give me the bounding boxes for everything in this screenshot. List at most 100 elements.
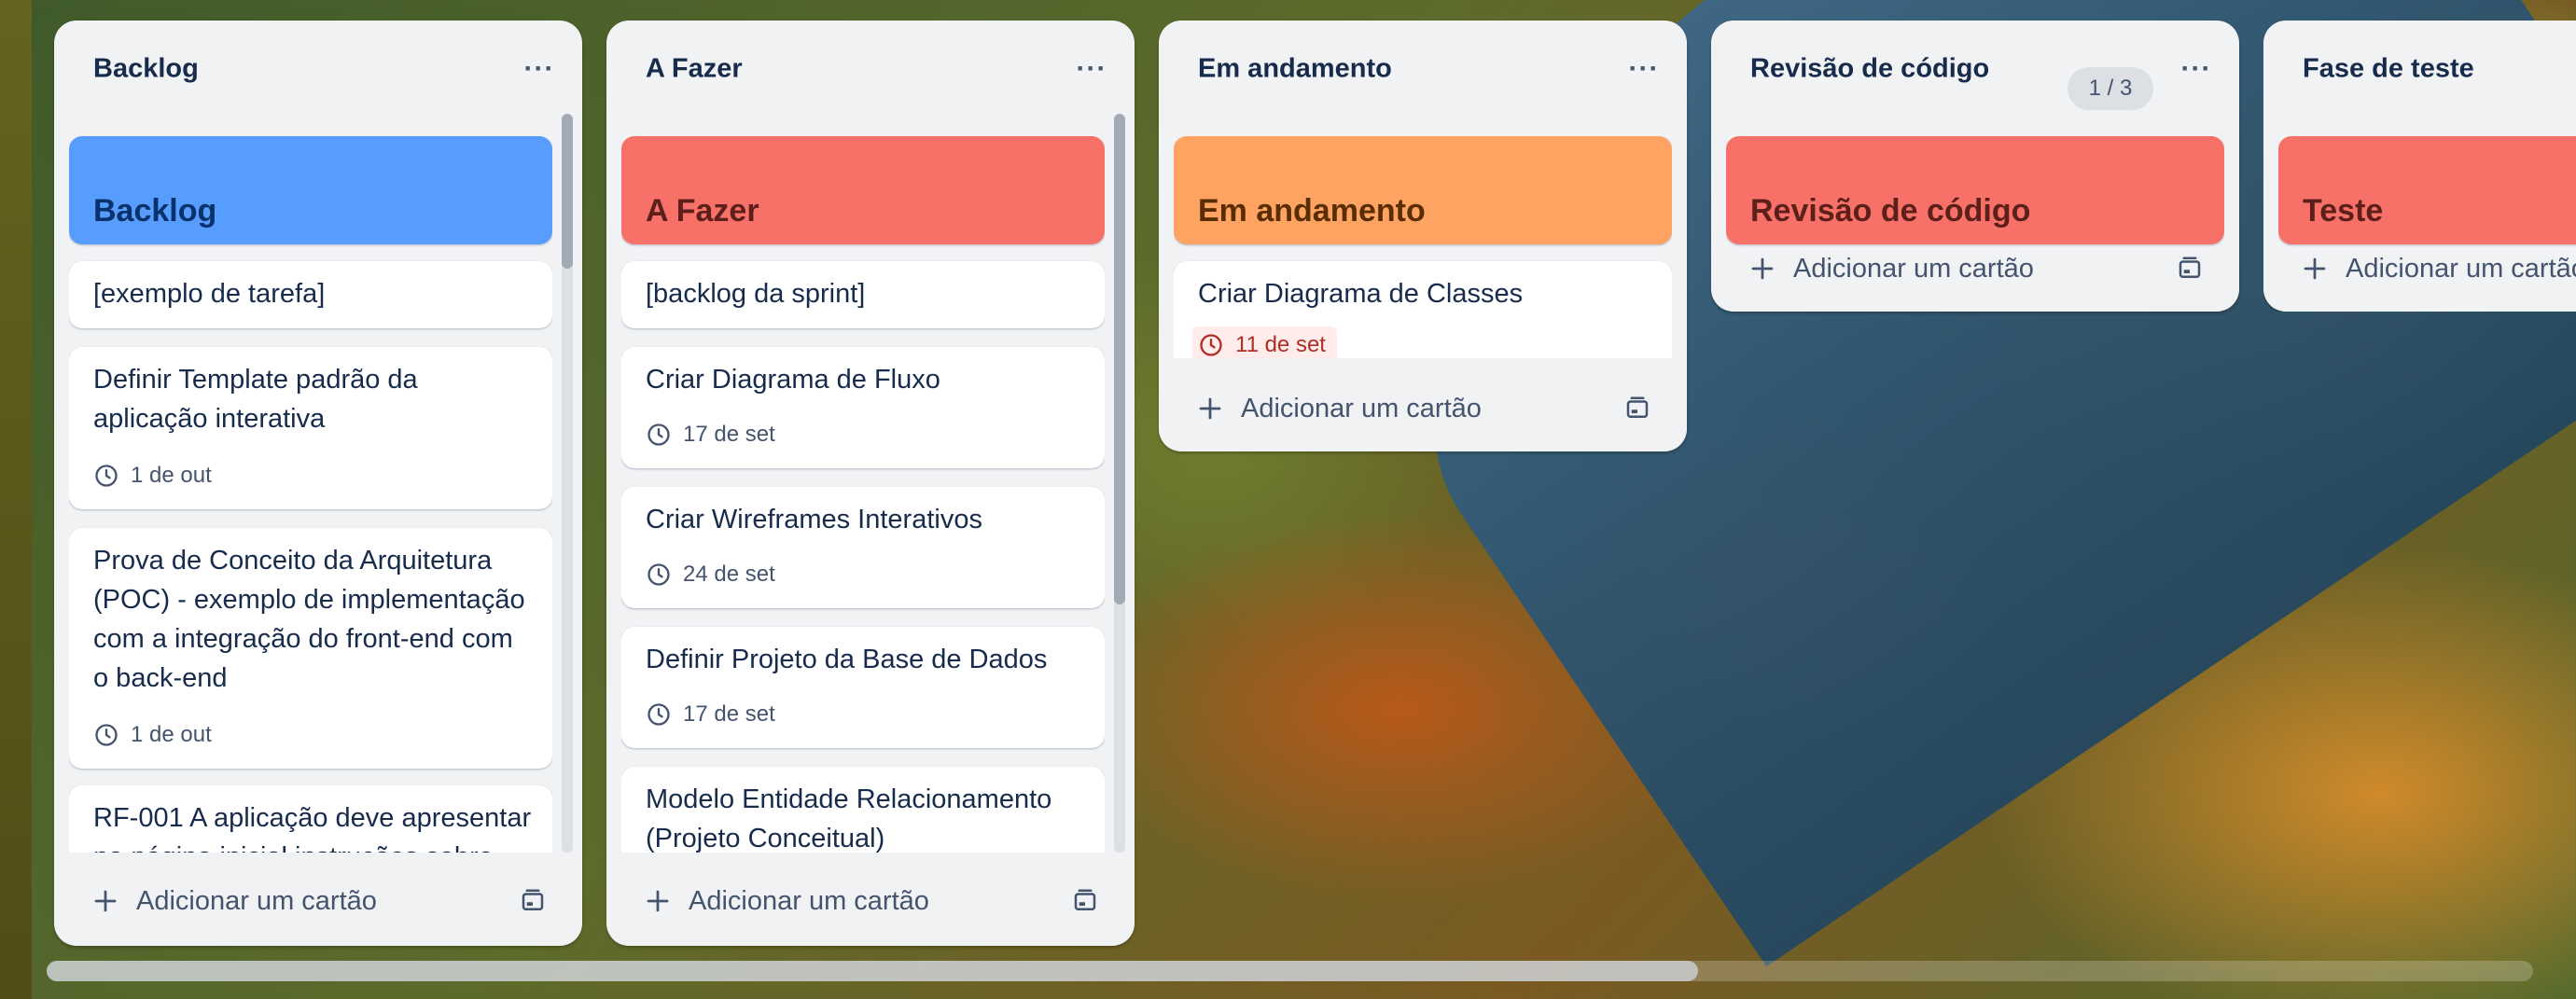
card-title: Criar Wireframes Interativos [646,505,982,534]
card-title: Definir Template padrão da aplicação int… [93,365,418,434]
add-card-button[interactable]: Adicionar um cartão [69,873,567,929]
list-more-icon[interactable]: ··· [2176,49,2217,90]
card[interactable]: Criar Wireframes Interativos 24 de set [621,487,1105,608]
card-title: Prova de Conceito da Arquitetura (POC) -… [93,546,525,693]
add-card-label: Adicionar um cartão [1793,253,2034,284]
list-cover-card[interactable]: Revisão de código [1726,136,2224,244]
add-card-button[interactable]: Adicionar um cartão [1726,241,2224,297]
list-backlog: Backlog ··· Backlog [exemplo de tarefa] … [54,21,582,946]
add-card-button[interactable]: Adicionar um cartão [1174,381,1672,437]
clock-icon [647,703,670,726]
list-scrollbar[interactable] [1114,114,1125,853]
clock-icon [647,563,670,586]
card-list: Teste [2278,136,2576,248]
card-list: Revisão de código [1726,136,2224,248]
cover-title: Em andamento [1198,193,1426,229]
list-more-icon[interactable]: ··· [1071,49,1112,90]
due-date-badge[interactable]: 1 de out [93,457,212,494]
card-title: Criar Diagrama de Classes [1198,279,1524,309]
list-cover-card[interactable]: Teste [2278,136,2576,244]
card[interactable]: [backlog da sprint] [621,261,1105,328]
card[interactable]: Criar Diagrama de Fluxo 17 de set [621,347,1105,468]
list-title[interactable]: Em andamento [1198,54,1392,85]
card-title: Criar Diagrama de Fluxo [646,365,940,395]
add-card-label: Adicionar um cartão [136,885,377,916]
card-list: Em andamento Criar Diagrama de Classes 1… [1174,136,1672,358]
list-a-fazer: A Fazer ··· A Fazer [backlog da sprint] … [606,21,1135,946]
add-card-button[interactable]: Adicionar um cartão [2278,241,2576,297]
due-date-text: 11 de set [1235,332,1326,357]
list-scrollbar[interactable] [562,114,573,853]
list-cover-card[interactable]: Em andamento [1174,136,1672,244]
plus-icon [2304,257,2326,280]
board-scrollbar-thumb[interactable] [47,961,1698,981]
clock-icon [1200,334,1222,356]
due-date-text: 24 de set [683,562,775,587]
add-card-label: Adicionar um cartão [1241,393,1482,423]
list-title[interactable]: A Fazer [646,54,743,85]
list-more-icon[interactable]: ··· [519,49,560,90]
list-title[interactable]: Revisão de código [1750,54,1989,85]
list-clip: Fase de teste Teste Adicionar um cartão [2263,21,2576,312]
board-horizontal-scrollbar[interactable] [47,961,2533,981]
list-revisao-de-codigo: Revisão de código 1 / 3 ··· Revisão de c… [1711,21,2239,312]
plus-icon [1199,397,1221,420]
list-title[interactable]: Backlog [93,54,199,85]
board-canvas: Backlog ··· Backlog [exemplo de tarefa] … [0,0,2576,999]
card[interactable]: Definir Projeto da Base de Dados 17 de s… [621,627,1105,748]
list-cover-card[interactable]: A Fazer [621,136,1105,244]
due-date-text: 17 de set [683,422,775,447]
card[interactable]: Modelo Entidade Relacionamento (Projeto … [621,767,1105,853]
card[interactable]: Definir Template padrão da aplicação int… [69,347,552,509]
clock-icon [95,724,118,746]
list-header: Em andamento ··· [1159,21,1687,88]
list-header: Fase de teste [2263,21,2576,88]
due-date-text: 1 de out [131,722,212,747]
card-template-icon[interactable] [1623,395,1651,423]
plus-icon [94,890,117,912]
card-title: Modelo Entidade Relacionamento (Projeto … [646,784,1052,853]
card[interactable]: RF-001 A aplicação deve apresentar na pá… [69,785,552,853]
cover-title: Revisão de código [1750,193,2031,229]
cover-title: Teste [2303,193,2384,229]
card-list: Backlog [exemplo de tarefa] Definir Temp… [69,136,552,853]
card-title: RF-001 A aplicação deve apresentar na pá… [93,803,532,853]
card-title: Definir Projeto da Base de Dados [646,645,1048,674]
card[interactable]: Criar Diagrama de Classes 11 de set [1174,261,1672,358]
list-header: A Fazer ··· [606,21,1135,88]
clock-icon [95,465,118,487]
list-fase-de-teste: Fase de teste Teste Adicionar um cartão [2263,21,2576,312]
add-card-button[interactable]: Adicionar um cartão [621,873,1120,929]
card-limit-badge: 1 / 3 [2068,67,2153,110]
list-header: Revisão de código 1 / 3 ··· [1711,21,2239,110]
list-scrollbar-thumb[interactable] [562,114,573,269]
card-template-icon[interactable] [519,887,547,915]
due-date-badge[interactable]: 24 de set [646,556,775,593]
due-date-badge[interactable]: 17 de set [646,696,775,733]
card[interactable]: Prova de Conceito da Arquitetura (POC) -… [69,528,552,769]
card-title: [exemplo de tarefa] [93,279,326,309]
cover-title: A Fazer [646,193,759,229]
card-title: [backlog da sprint] [646,279,866,309]
due-date-badge[interactable]: 1 de out [93,716,212,754]
card-list: A Fazer [backlog da sprint] Criar Diagra… [621,136,1105,853]
clock-icon [647,423,670,446]
list-em-andamento: Em andamento ··· Em andamento Criar Diag… [1159,21,1687,451]
due-date-badge[interactable]: 17 de set [646,416,775,453]
plus-icon [1751,257,1774,280]
list-title[interactable]: Fase de teste [2303,54,2474,85]
card-template-icon[interactable] [2176,255,2204,283]
due-date-text: 17 de set [683,701,775,727]
list-scrollbar-thumb[interactable] [1114,114,1125,604]
cover-title: Backlog [93,193,217,229]
card-template-icon[interactable] [1071,887,1099,915]
card[interactable]: [exemplo de tarefa] [69,261,552,328]
due-date-badge-overdue[interactable]: 11 de set [1192,326,1337,358]
add-card-label: Adicionar um cartão [689,885,929,916]
list-more-icon[interactable]: ··· [1623,49,1664,90]
due-date-text: 1 de out [131,463,212,488]
plus-icon [647,890,669,912]
list-cover-card[interactable]: Backlog [69,136,552,244]
list-header: Backlog ··· [54,21,582,88]
add-card-label: Adicionar um cartão [2346,253,2576,284]
